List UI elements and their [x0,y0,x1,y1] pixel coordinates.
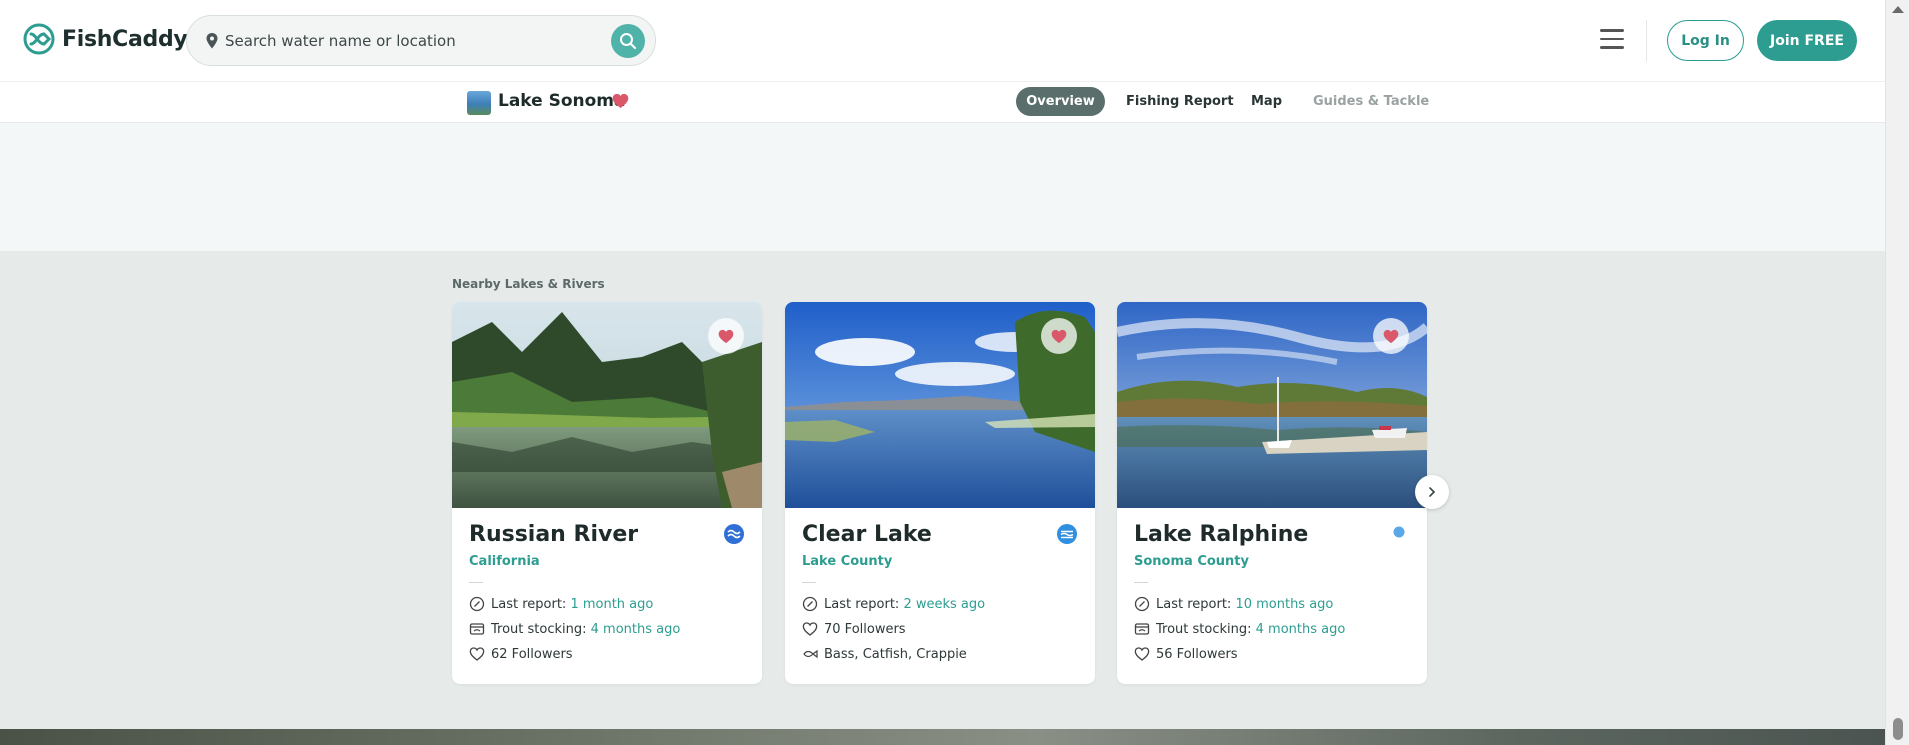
nearby-card-lake-ralphine[interactable]: Lake Ralphine Sonoma County Last report:… [1117,302,1427,684]
card-divider [469,582,483,583]
card-location[interactable]: Lake County [802,554,892,569]
banner-area [0,123,1885,251]
card-meta-followers: 70 Followers [802,621,906,637]
tab-map[interactable]: Map [1251,87,1282,116]
stocking-icon [1134,623,1150,635]
card-meta-followers: 56 Followers [1134,646,1238,662]
meta-label: 70 Followers [824,621,906,637]
meta-value: 10 months ago [1235,596,1334,612]
lake-subnav: Lake Sonoma Overview Fishing Report Map … [0,82,1885,123]
river-wave-icon [724,524,744,544]
meta-label: Last report: [824,596,904,612]
meta-value: 4 months ago [1255,621,1346,637]
nearby-section-title: Nearby Lakes & Rivers [452,277,605,291]
search-icon [620,33,637,50]
card-meta-species: Bass, Catfish, Crappie [802,646,967,662]
meta-label: Bass, Catfish, Crappie [824,646,967,662]
hamburger-menu-icon[interactable] [1600,29,1624,51]
brand-name: FishCaddy [62,26,188,52]
report-icon [1134,596,1150,612]
location-pin-icon [206,33,218,49]
scroll-up-arrow-icon[interactable] [1892,6,1904,13]
page-scrollbar[interactable] [1885,0,1909,745]
heart-icon [1383,329,1399,343]
card-title: Lake Ralphine [1134,522,1309,547]
tab-fishing-report[interactable]: Fishing Report [1126,87,1234,116]
report-icon [469,596,485,612]
tab-overview[interactable]: Overview [1016,87,1105,116]
meta-value: 1 month ago [570,596,654,612]
card-meta-trout-stocking: Trout stocking: 4 months ago [1134,621,1345,637]
fishcaddy-logo-icon [23,23,55,55]
meta-label: Last report: [491,596,571,612]
card-meta-last-report: Last report: 1 month ago [469,596,653,612]
heart-icon [1051,329,1067,343]
search-bar [186,15,656,66]
top-header: FishCaddy Log In Join FREE [0,0,1885,82]
search-button[interactable] [611,24,645,58]
card-meta-trout-stocking: Trout stocking: 4 months ago [469,621,680,637]
lake-title: Lake Sonoma [498,91,626,111]
report-icon [802,596,818,612]
scroll-thumb[interactable] [1893,718,1903,740]
meta-label: Last report: [1156,596,1236,612]
meta-label: Trout stocking: [1156,621,1256,637]
meta-label: 62 Followers [491,646,573,662]
header-divider [1646,20,1647,62]
fish-icon [803,649,818,659]
card-favorite-button[interactable] [1041,318,1077,354]
nearby-card-russian-river[interactable]: Russian River California Last report: 1 … [452,302,762,684]
meta-value: 4 months ago [590,621,681,637]
meta-label: 56 Followers [1156,646,1238,662]
meta-label: Trout stocking: [491,621,591,637]
heart-outline-icon [802,622,818,636]
fishcaddy-logo[interactable]: FishCaddy [22,22,188,56]
heart-outline-icon [1134,647,1150,661]
heart-outline-icon [469,647,485,661]
card-favorite-button[interactable] [1373,318,1409,354]
card-location[interactable]: Sonoma County [1134,554,1249,569]
footer-hero-image [0,729,1885,745]
card-meta-last-report: Last report: 10 months ago [1134,596,1333,612]
meta-value: 2 weeks ago [903,596,986,612]
card-title: Clear Lake [802,522,932,547]
card-title: Russian River [469,522,639,547]
search-input[interactable] [225,26,585,56]
card-favorite-button[interactable] [708,318,744,354]
card-meta-last-report: Last report: 2 weeks ago [802,596,985,612]
card-divider [802,582,816,583]
heart-icon [718,329,734,343]
card-location[interactable]: California [469,554,540,569]
lake-thumbnail [467,91,491,115]
card-meta-followers: 62 Followers [469,646,573,662]
carousel-next-button[interactable] [1415,475,1449,509]
chevron-right-icon [1429,487,1436,497]
tab-guides-tackle[interactable]: Guides & Tackle [1313,87,1429,116]
pond-dot-icon [1393,526,1405,538]
log-in-button[interactable]: Log In [1667,20,1744,61]
join-free-button[interactable]: Join FREE [1757,20,1857,61]
stocking-icon [469,623,485,635]
card-divider [1134,582,1148,583]
nearby-card-clear-lake[interactable]: Clear Lake Lake County Last report: 2 we… [785,302,1095,684]
lake-wave-icon [1057,524,1077,544]
favorite-heart-icon[interactable] [612,93,629,109]
